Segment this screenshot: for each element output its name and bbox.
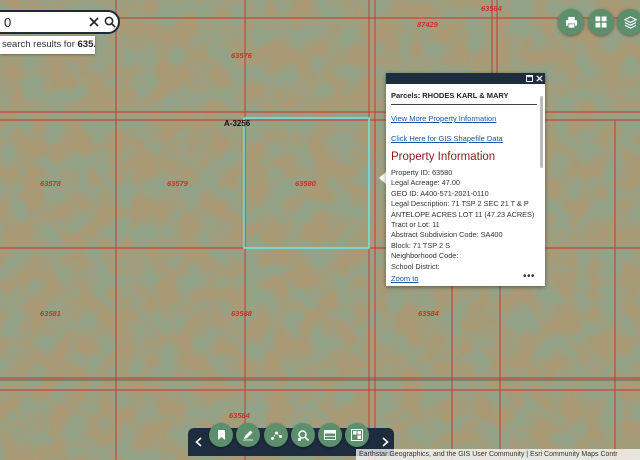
close-icon [89, 17, 99, 27]
parcel-label: 63578 [40, 179, 62, 188]
parcel-label: 63581 [40, 309, 61, 318]
view-more-property-link[interactable]: View More Property Information [391, 114, 540, 123]
query-button[interactable] [291, 423, 315, 447]
attribute-row: Block: 71 TSP 2 S [391, 240, 450, 250]
table-icon [324, 430, 336, 440]
maximize-button[interactable] [525, 74, 534, 83]
road-label: A-3256 [224, 119, 251, 128]
search-input[interactable] [2, 13, 86, 31]
popup-footer: Zoom to ••• [386, 271, 545, 286]
grid-icon [595, 16, 607, 28]
parcel-label: 63584 [229, 411, 251, 420]
attribute-row: GEO ID: A400-571-2021-0110 [391, 188, 489, 198]
search-bar [0, 10, 120, 34]
search-suggestion-prefix: search results for [2, 39, 78, 50]
layers-icon [623, 15, 637, 29]
clear-search-button[interactable] [86, 12, 102, 32]
map-attribution: Earthstar Geographics, and the GIS User … [356, 449, 640, 460]
attribute-row: Tract or Lot: 11 [391, 220, 440, 230]
parcel-label: 63584 [418, 309, 440, 318]
maximize-icon [526, 75, 533, 82]
popup-title: Parcels: RHODES KARL & MARY [391, 87, 537, 105]
close-icon [536, 75, 543, 82]
search-icon [104, 16, 116, 28]
attribute-row: Abstract Subdivision Code: SA400 [391, 230, 503, 240]
chevron-right-icon [381, 437, 389, 447]
attribute-row: Property ID: 63580 [391, 168, 453, 177]
layers-button[interactable] [617, 9, 640, 35]
table-button[interactable] [318, 423, 342, 447]
parcel-label: 63584 [481, 4, 503, 13]
bookmark-button[interactable] [209, 423, 233, 447]
attribute-row: ANTELOPE ACRES LOT 11 (47.23 ACRES) [391, 209, 535, 219]
measure-icon [270, 431, 282, 440]
measure-button[interactable] [264, 423, 288, 447]
popup-header [386, 73, 545, 84]
toolbar-prev-button[interactable] [191, 434, 205, 450]
attribute-list: Property ID: 63580 Legal Acreage: 47.00 … [391, 168, 540, 272]
parcel-label: 63579 [167, 179, 189, 188]
attribute-row: School District: [391, 261, 440, 271]
basemap-gallery-button[interactable] [588, 9, 614, 35]
parcel-label: 63580 [295, 179, 317, 188]
attribute-row: Legal Acreage: 47.00 [391, 178, 460, 188]
add-data-icon [351, 429, 363, 441]
query-icon [297, 429, 309, 441]
zoom-to-link[interactable]: Zoom to [391, 274, 419, 283]
bookmark-icon [217, 430, 225, 440]
attribute-row: Legal Description: 71 TSP 2 SEC 21 T & P [391, 199, 529, 209]
popup-scrollbar[interactable] [540, 96, 543, 168]
add-data-button[interactable] [345, 423, 369, 447]
search-suggestion-term: 635... [77, 39, 96, 50]
gis-shapefile-link[interactable]: Click Here for GIS Shapefile Data [391, 134, 540, 143]
close-popup-button[interactable] [535, 74, 544, 83]
pencil-icon [243, 430, 253, 441]
search-suggestion[interactable]: search results for 635... [0, 36, 95, 54]
parcel-popup: Parcels: RHODES KARL & MARY View More Pr… [386, 73, 545, 286]
toolbar-next-button[interactable] [378, 434, 392, 450]
printer-icon [565, 16, 577, 28]
search-button[interactable] [102, 12, 118, 32]
print-button[interactable] [558, 9, 584, 35]
chevron-left-icon [194, 437, 202, 447]
parcel-label: 87429 [417, 20, 439, 29]
draw-button[interactable] [236, 423, 260, 447]
more-actions-button[interactable]: ••• [523, 271, 535, 282]
attribute-row: Neighborhood Code: [391, 251, 459, 261]
parcel-label: 63576 [231, 51, 253, 60]
parcel-label: 63588 [231, 309, 253, 318]
popup-content: Parcels: RHODES KARL & MARY View More Pr… [386, 84, 545, 273]
popup-pointer [379, 172, 386, 184]
property-information-heading: Property Information [391, 151, 496, 163]
